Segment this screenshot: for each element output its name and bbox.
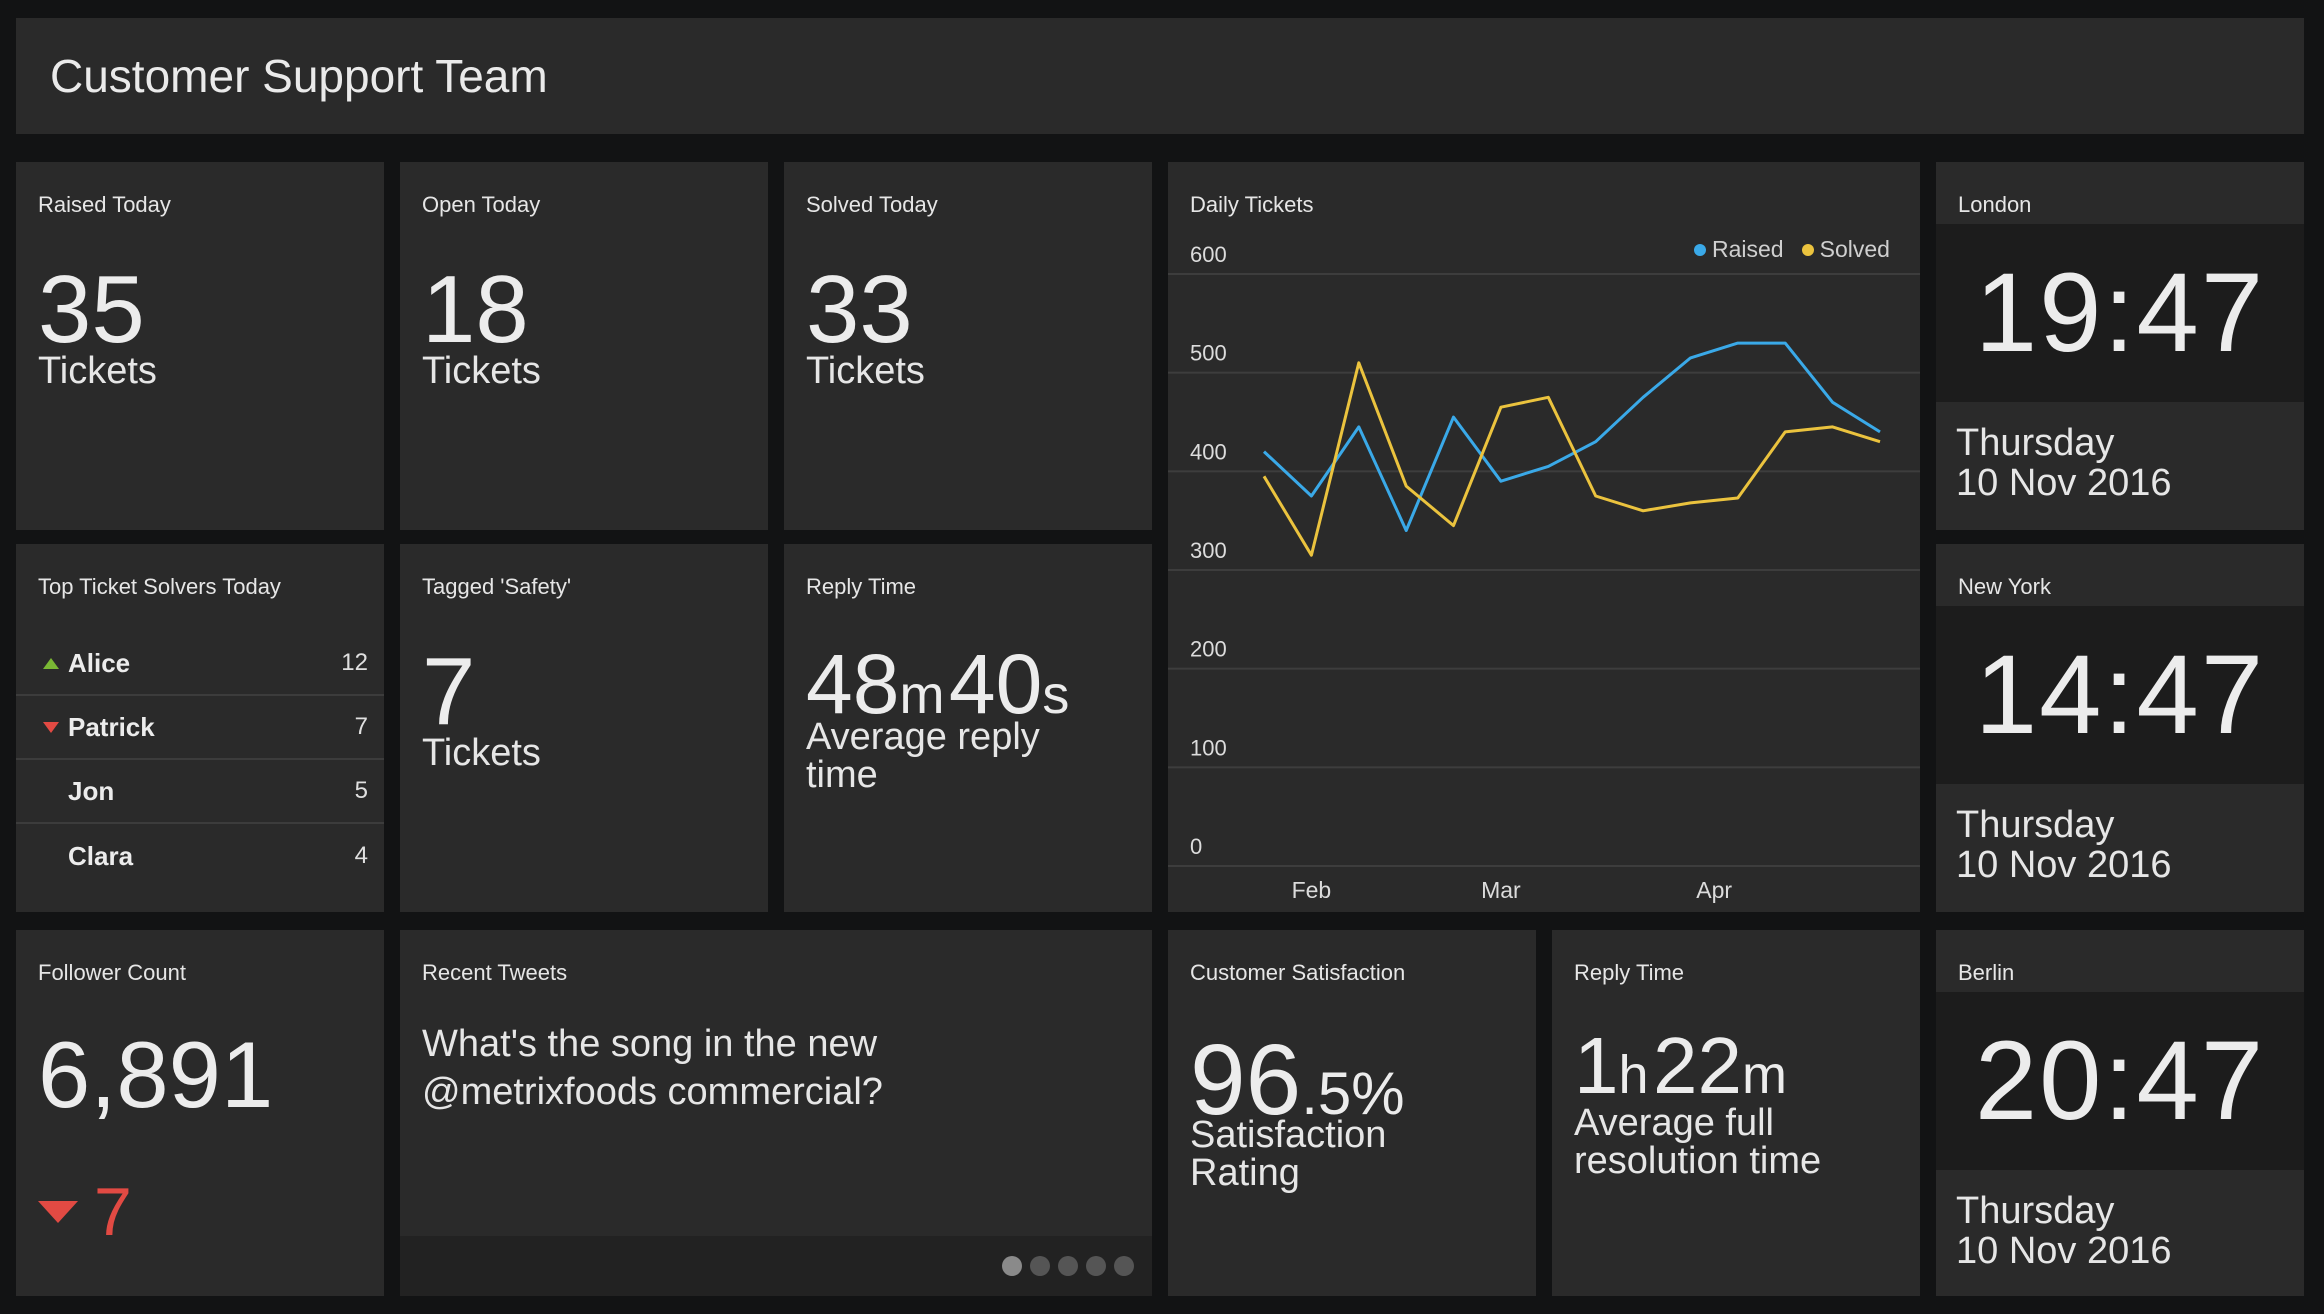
tweet-line: @metrixfoods commercial? <box>422 1071 883 1113</box>
dashboard-header: Customer Support Team <box>16 18 2304 134</box>
clock-city: Berlin <box>1958 960 2015 985</box>
solved-today-tile: Solved Today 33 Tickets <box>784 162 1152 530</box>
tagged-safety-value: 7 <box>422 638 476 745</box>
pager-dots <box>1002 1256 1134 1276</box>
tile-title: Top Ticket Solvers Today <box>38 574 281 599</box>
tile-title: Customer Satisfaction <box>1190 960 1406 985</box>
tile-title: Tagged 'Safety' <box>422 574 572 599</box>
trend-down-icon <box>38 1201 78 1223</box>
solver-row: Alice 12 <box>16 632 384 696</box>
solver-row: Patrick 7 <box>16 696 384 760</box>
solver-row: Clara 4 <box>16 824 384 888</box>
chart-legend: Raised Solved <box>1694 236 1890 263</box>
clock-time: 20:47 <box>1974 1018 2266 1143</box>
chart-title: Daily Tickets <box>1190 192 1314 217</box>
resolution-time-value: 1h 22m <box>1574 1026 1787 1106</box>
trend-up-icon <box>16 657 68 669</box>
follower-count-value: 6,891 <box>38 1022 274 1127</box>
clock-date: 10 Nov 2016 <box>1956 844 2172 886</box>
clock-day: Thursday <box>1956 1190 2115 1232</box>
pager-dot[interactable] <box>1058 1256 1078 1276</box>
clock-time: 14:47 <box>1974 632 2266 757</box>
resolution-hours: 1 <box>1574 1021 1619 1110</box>
tile-title: Open Today <box>422 192 541 217</box>
pager-dot[interactable] <box>1086 1256 1106 1276</box>
reply-seconds-unit: s <box>1042 665 1070 725</box>
clock-face: 14:47 <box>1936 606 2304 784</box>
tile-title: Solved Today <box>806 192 938 217</box>
tagged-safety-tile: Tagged 'Safety' 7 Tickets <box>400 544 768 912</box>
solver-count: 7 <box>354 713 368 740</box>
tweet-text: What's the song in the new @metrixfoods … <box>422 1020 1122 1116</box>
tweet-line: What's the song in the new <box>422 1023 878 1065</box>
tile-title: Raised Today <box>38 192 171 217</box>
solved-today-unit: Tickets <box>806 350 925 392</box>
solver-row: Jon 5 <box>16 760 384 824</box>
clock-face: 20:47 <box>1936 992 2304 1170</box>
legend-item-raised: Raised <box>1694 236 1784 263</box>
solver-name: Alice <box>68 647 131 678</box>
reply-time-label-1: Average reply <box>806 716 1040 758</box>
pager-dot[interactable] <box>1030 1256 1050 1276</box>
clock-tile-new-york: New York 14:47 Thursday 10 Nov 2016 <box>1936 544 2304 912</box>
clock-date: 10 Nov 2016 <box>1956 462 2172 504</box>
clock-face: 19:47 <box>1936 224 2304 402</box>
legend-label: Solved <box>1819 236 1890 262</box>
clock-tile-london: London 19:47 Thursday 10 Nov 2016 <box>1936 162 2304 530</box>
tile-title: Follower Count <box>38 960 186 985</box>
pager-dot[interactable] <box>1002 1256 1022 1276</box>
open-today-tile: Open Today 18 Tickets <box>400 162 768 530</box>
clock-city: London <box>1958 192 2032 217</box>
follower-count-tile: Follower Count 6,891 7 <box>16 930 384 1296</box>
tile-title: Reply Time <box>806 574 917 599</box>
clock-day: Thursday <box>1956 422 2115 464</box>
solver-count: 4 <box>354 842 368 869</box>
satisfaction-label-2: Rating <box>1190 1152 1300 1194</box>
open-today-unit: Tickets <box>422 350 541 392</box>
clock-city: New York <box>1958 574 2051 599</box>
tagged-safety-unit: Tickets <box>422 732 541 774</box>
trend-down-icon <box>16 721 68 733</box>
clock-date: 10 Nov 2016 <box>1956 1230 2172 1272</box>
pager-dot[interactable] <box>1114 1256 1134 1276</box>
legend-dot-icon <box>1801 243 1814 256</box>
solver-name: Patrick <box>68 711 155 742</box>
top-solvers-tile: Top Ticket Solvers Today Alice 12 Patric… <box>16 544 384 912</box>
daily-tickets-tile: Daily Tickets <box>1168 162 1920 912</box>
legend-item-solved: Solved <box>1801 236 1890 263</box>
clock-tile-berlin: Berlin 20:47 Thursday 10 Nov 2016 <box>1936 930 2304 1296</box>
raised-today-tile: Raised Today 35 Tickets <box>16 162 384 530</box>
raised-today-value: 35 <box>38 256 145 363</box>
solved-today-value: 33 <box>806 256 913 363</box>
reply-time-value: 48m 40s <box>806 642 1069 726</box>
resolution-hours-unit: h <box>1618 1045 1649 1105</box>
solver-count: 5 <box>354 777 368 804</box>
resolution-label-1: Average full <box>1574 1102 1774 1144</box>
legend-label: Raised <box>1712 236 1784 262</box>
open-today-value: 18 <box>422 256 529 363</box>
reply-time-label-2: time <box>806 754 878 796</box>
clock-day: Thursday <box>1956 804 2115 846</box>
satisfaction-label-1: Satisfaction <box>1190 1114 1387 1156</box>
satisfaction-tile: Customer Satisfaction 96.5% Satisfaction… <box>1168 930 1536 1296</box>
resolution-label-2: resolution time <box>1574 1140 1822 1182</box>
solver-name: Jon <box>68 775 115 806</box>
solver-name: Clara <box>68 840 134 871</box>
follower-change: 7 <box>38 1178 132 1246</box>
reply-time-tile: Reply Time 48m 40s Average reply time <box>784 544 1152 912</box>
legend-dot-icon <box>1694 243 1706 256</box>
resolution-minutes: 22 <box>1653 1021 1742 1110</box>
clock-time: 19:47 <box>1974 250 2266 375</box>
raised-today-unit: Tickets <box>38 350 157 392</box>
resolution-minutes-unit: m <box>1741 1045 1787 1105</box>
tile-title: Reply Time <box>1574 960 1685 985</box>
resolution-time-tile: Reply Time 1h 22m Average full resolutio… <box>1552 930 1920 1296</box>
solver-count: 12 <box>341 649 368 676</box>
tile-title: Recent Tweets <box>422 960 568 985</box>
dashboard-title: Customer Support Team <box>50 50 548 102</box>
tweet-pager <box>400 1236 1152 1296</box>
follower-change-value: 7 <box>94 1174 132 1250</box>
recent-tweets-tile: Recent Tweets What's the song in the new… <box>400 930 1152 1296</box>
